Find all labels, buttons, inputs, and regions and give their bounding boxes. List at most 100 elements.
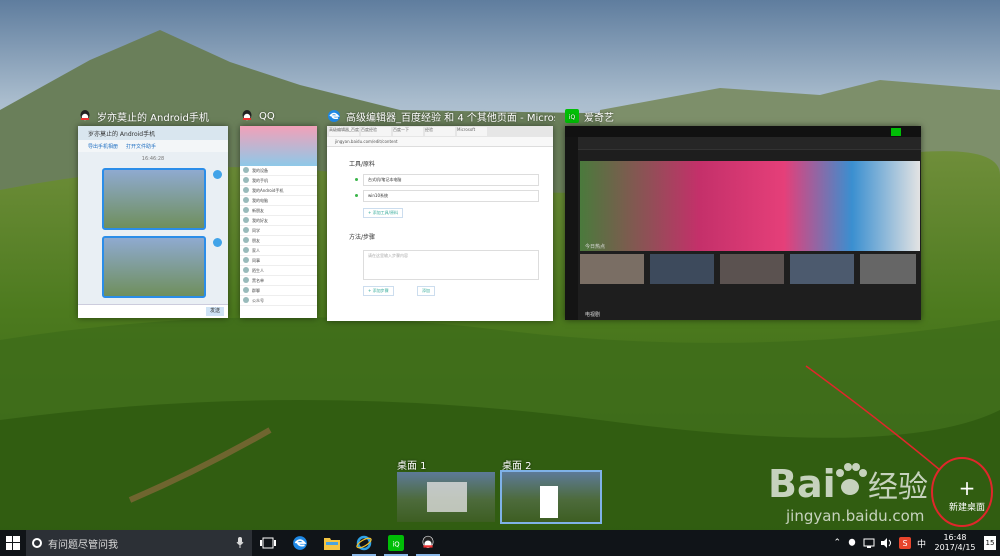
chevron-up-icon[interactable]: ⌃ bbox=[833, 538, 841, 548]
clock-date: 2017/4/15 bbox=[934, 543, 976, 552]
list-item: 家人 bbox=[240, 246, 317, 256]
add-step-button: + 添加步骤 bbox=[363, 286, 394, 296]
window-title-iqiyi[interactable]: iQ 爱奇艺 bbox=[565, 108, 645, 124]
channel-nav bbox=[565, 137, 921, 150]
window-thumbnail-edge[interactable]: 高级编辑器_百度经验 百度经验 百度一下 经验 Microsoft jingya… bbox=[327, 126, 553, 321]
network-icon[interactable] bbox=[863, 538, 875, 548]
export-album-button: 导出手机相册 bbox=[88, 143, 119, 150]
list-item: 我的Android手机 bbox=[240, 186, 317, 196]
list-item: 我的电脑 bbox=[240, 196, 317, 206]
list-item: 黑名单 bbox=[240, 276, 317, 286]
windows-icon bbox=[6, 536, 20, 550]
image-message bbox=[102, 236, 206, 298]
qq-icon bbox=[422, 535, 434, 548]
list-item: 朋友 bbox=[240, 236, 317, 246]
chat-header: 岁亦莫止的 Android手机 bbox=[78, 126, 228, 140]
volume-icon[interactable] bbox=[880, 538, 893, 548]
tab: 高级编辑器_百度经验 bbox=[329, 127, 359, 136]
taskbar-edge[interactable] bbox=[284, 530, 316, 556]
avatar bbox=[213, 238, 222, 247]
window-thumbnail-iqiyi[interactable]: 今日热点 电视剧 bbox=[565, 126, 921, 320]
taskbar-ie[interactable] bbox=[348, 530, 380, 556]
featured-banner bbox=[580, 161, 920, 251]
task-view-icon bbox=[260, 537, 276, 549]
list-item: 我的设备 bbox=[240, 166, 317, 176]
desktop-2-thumbnail[interactable] bbox=[500, 470, 602, 524]
clock[interactable]: 16:48 2017/4/15 bbox=[932, 533, 978, 553]
video-tile bbox=[790, 254, 854, 284]
tab: 经验 bbox=[425, 127, 455, 136]
list-item: 我的好友 bbox=[240, 216, 317, 226]
bullet-icon bbox=[355, 194, 358, 197]
add-more-button: 添加 bbox=[417, 286, 435, 296]
section-steps-title: 方法/步骤 bbox=[349, 234, 376, 241]
qq-icon bbox=[80, 110, 90, 121]
file-explorer-icon bbox=[324, 538, 340, 550]
send-button: 发送 bbox=[206, 307, 224, 316]
iqiyi-icon: iQ bbox=[388, 535, 404, 551]
sogou-input-icon[interactable]: S bbox=[898, 537, 911, 549]
section-title: 今日热点 bbox=[585, 244, 606, 250]
window-thumbnail-qq-chat[interactable]: 岁亦莫止的 Android手机 导出手机相册 打开文件助手 16:46:28 发… bbox=[78, 126, 228, 318]
window-title-edge[interactable]: 高级编辑器_百度经验 和 4 个其他页面 - Microsoft... bbox=[327, 108, 555, 124]
tab: Microsoft bbox=[457, 127, 487, 136]
task-view-button[interactable] bbox=[252, 530, 284, 556]
list-item: 同事 bbox=[240, 256, 317, 266]
svg-text:iQ: iQ bbox=[392, 540, 399, 548]
image-message bbox=[102, 168, 206, 230]
taskbar-qq[interactable] bbox=[412, 530, 444, 556]
window-title-text: 岁亦莫止的 Android手机 bbox=[97, 112, 209, 124]
clock-time: 16:48 bbox=[943, 533, 967, 542]
step-input: 请在这里输入步骤内容 bbox=[363, 250, 539, 280]
cortana-icon bbox=[32, 538, 42, 548]
tool-item: win10系统 bbox=[363, 190, 539, 202]
video-tile bbox=[860, 254, 916, 284]
taskbar-iqiyi[interactable]: iQ bbox=[380, 530, 412, 556]
window-title-text: 高级编辑器_百度经验 和 4 个其他页面 - Microsoft... bbox=[346, 112, 555, 124]
action-center-button[interactable]: 15 bbox=[984, 536, 996, 550]
cortana-search-box[interactable]: 有问题尽管问我 bbox=[26, 530, 252, 556]
chat-toolbar: 导出手机相册 打开文件助手 bbox=[78, 140, 228, 152]
list-item: 群聊 bbox=[240, 286, 317, 296]
system-tray: ⌃ S 中 16:48 2017/4/15 15 bbox=[833, 530, 1000, 556]
microphone-icon[interactable] bbox=[236, 537, 244, 549]
desktop-2-label: 桌面 2 bbox=[502, 461, 532, 472]
iqiyi-badge bbox=[891, 128, 901, 136]
start-button[interactable] bbox=[0, 530, 26, 556]
qq-tray-icon[interactable] bbox=[847, 538, 857, 548]
list-item: 陌生人 bbox=[240, 266, 317, 276]
svg-text:jingyan.baidu.com: jingyan.baidu.com bbox=[785, 507, 924, 525]
file-assistant-button: 打开文件助手 bbox=[126, 143, 157, 150]
desktop-1-label: 桌面 1 bbox=[397, 461, 427, 472]
edge-icon bbox=[328, 110, 340, 122]
iqiyi-icon: iQ bbox=[565, 109, 579, 123]
video-tile bbox=[650, 254, 714, 284]
svg-text:经验: 经验 bbox=[868, 470, 928, 505]
section-title: 电视剧 bbox=[585, 312, 601, 318]
sidebar bbox=[565, 137, 578, 320]
window-title-qq-main[interactable]: QQ bbox=[240, 108, 320, 124]
browser-tabs: 高级编辑器_百度经验 百度经验 百度一下 经验 Microsoft bbox=[327, 126, 553, 137]
tab: 百度经验 bbox=[361, 127, 391, 136]
list-item: 我的手机 bbox=[240, 176, 317, 186]
window-title-text: 爱奇艺 bbox=[584, 112, 614, 124]
svg-text:iQ: iQ bbox=[569, 114, 576, 121]
window-thumbnail-qq-main[interactable]: 我的设备 我的手机 我的Android手机 我的电脑 新朋友 我的好友 同学 朋… bbox=[240, 126, 317, 318]
contact-list: 我的设备 我的手机 我的Android手机 我的电脑 新朋友 我的好友 同学 朋… bbox=[240, 166, 317, 306]
taskbar-file-explorer[interactable] bbox=[316, 530, 348, 556]
chat-date: 16:46:28 bbox=[141, 156, 165, 162]
tab: 百度一下 bbox=[393, 127, 423, 136]
list-item: 同学 bbox=[240, 226, 317, 236]
tool-item: 台式机/笔记本电脑 bbox=[363, 174, 539, 186]
svg-text:S: S bbox=[902, 539, 907, 548]
qq-profile-header bbox=[240, 126, 317, 166]
list-item: 新朋友 bbox=[240, 206, 317, 216]
baidu-watermark-logo: Bai 经验 jingyan.baidu.com bbox=[768, 462, 928, 525]
window-title-qq-chat[interactable]: 岁亦莫止的 Android手机 bbox=[78, 108, 238, 124]
search-placeholder: 有问题尽管问我 bbox=[48, 539, 118, 551]
window-title-text: QQ bbox=[259, 110, 275, 122]
ime-indicator[interactable]: 中 bbox=[917, 537, 926, 550]
list-item: 公众号 bbox=[240, 296, 317, 306]
video-tile bbox=[580, 254, 644, 284]
desktop-1-thumbnail[interactable] bbox=[397, 472, 495, 522]
